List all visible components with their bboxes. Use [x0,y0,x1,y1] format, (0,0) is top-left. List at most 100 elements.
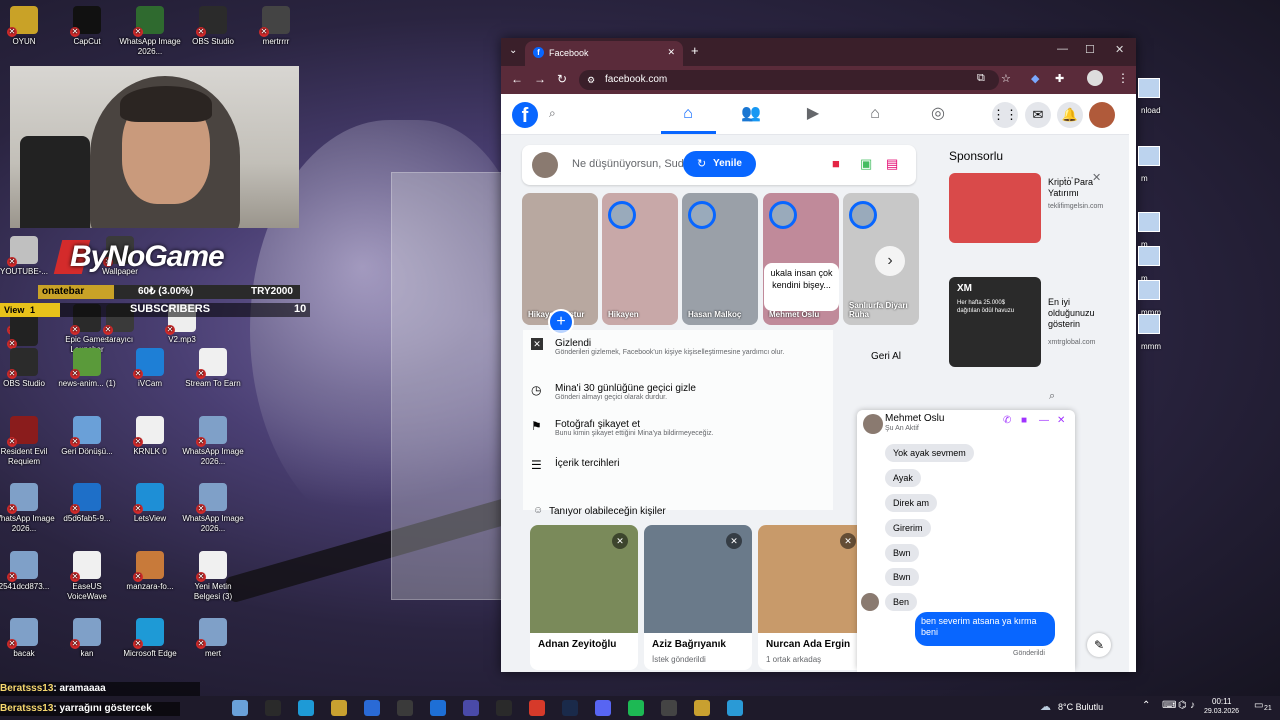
desktop-icon[interactable]: ✕ 2541dcd873... [0,551,56,592]
taskbar-app-icon[interactable] [562,700,578,716]
taskbar-app-icon[interactable] [529,700,545,716]
desktop-file-icon[interactable] [1138,314,1160,334]
marketplace-icon[interactable]: ⌂ [865,104,885,124]
undo-button[interactable]: Geri Al [871,351,901,362]
desktop-icon[interactable]: ✕ Microsoft Edge [118,618,182,659]
taskbar-app-icon[interactable] [496,700,512,716]
taskbar-app-icon[interactable] [661,700,677,716]
post-composer[interactable]: Ne düşünüyorsun, Sud ↻ Yenile ■ ▣ ▤ [522,145,916,185]
menu-grid-icon[interactable]: ⋮⋮ [992,102,1018,128]
desktop-icon[interactable]: ✕ manzara-fo... [118,551,182,592]
language-icon[interactable]: ⌨ [1162,700,1176,711]
photo-icon[interactable]: ▣ [860,156,872,172]
dismiss-person-icon[interactable]: ✕ [612,533,628,549]
extensions-puzzle-icon[interactable]: ✚ [1055,72,1064,85]
dismiss-person-icon[interactable]: ✕ [840,533,856,549]
taskbar-app-icon[interactable] [694,700,710,716]
groups-icon[interactable]: ◎ [928,104,948,124]
maximize-icon[interactable]: ☐ [1085,43,1095,56]
desktop-file-icon[interactable] [1138,212,1160,232]
install-app-icon[interactable]: ⧉ [977,72,985,85]
site-info-icon[interactable]: ⚙ [587,70,595,90]
desktop-icon[interactable]: ✕ YOUTUBE-... [0,236,56,277]
desktop-icon[interactable]: ✕ OBS Studio [0,348,56,389]
desktop-icon[interactable]: ✕WhatsApp Image 2026... [181,483,245,534]
story-card[interactable]: Hasan Malkoç [682,193,758,325]
dismiss-person-icon[interactable]: ✕ [726,533,742,549]
refresh-button[interactable]: ↻ Yenile [683,151,756,177]
desktop-icon[interactable]: ✕WhatsApp Image 2026... [0,483,56,534]
chat-avatar[interactable] [863,414,883,434]
account-avatar[interactable] [1089,102,1115,128]
stories-next-icon[interactable]: › [875,246,905,276]
menu-item-snooze[interactable]: ◷ Mina'i 30 günlüğüne geçici gizle Gönde… [531,383,696,401]
taskbar-app-icon[interactable] [595,700,611,716]
tab-facebook[interactable]: f Facebook ✕ [525,41,683,66]
desktop-icon[interactable]: ✕ EaseUS VoiceWave [55,551,119,602]
desktop-icon[interactable]: ✕ mert [181,618,245,659]
clock-date[interactable]: 29.03.2026 [1204,708,1239,715]
ad-card[interactable]: XM Her hafta 25.000$ dağıtılan ödül havu… [949,277,1119,367]
story-card[interactable]: Hikaye Oluştur [522,193,598,325]
desktop-icon[interactable]: ✕ news-anim... (1) [55,348,119,389]
ad-close-icon[interactable]: ✕ [1092,171,1101,184]
people-search-icon[interactable]: ⌕ [1049,390,1055,403]
taskbar-app-icon[interactable] [463,700,479,716]
ad-more-icon[interactable]: ⋯ [1063,171,1074,184]
notification-icon[interactable]: ▭ [1254,700,1263,711]
bookmark-star-icon[interactable]: ☆ [1001,72,1011,85]
taskbar-app-icon[interactable] [298,700,314,716]
desktop-file-icon[interactable] [1138,146,1160,166]
home-icon[interactable]: ⌂ [678,104,698,124]
desktop-icon[interactable]: ✕ CapCut [55,6,119,47]
desktop-icon[interactable]: ✕ KRNLK 0 [118,416,182,457]
tab-list-chevron-icon[interactable]: ⌄ [509,45,517,56]
menu-item-report[interactable]: ⚑ Fotoğrafı şikayet et Bunu kimin şikaye… [531,419,714,437]
network-icon[interactable]: ⌬ [1178,700,1187,711]
taskbar-app-icon[interactable] [430,700,446,716]
video-call-icon[interactable]: ■ [1021,415,1027,426]
desktop-file-icon[interactable] [1138,78,1160,98]
extension-icon[interactable]: ◆ [1031,72,1039,85]
chat-contact-name[interactable]: Mehmet Oslu [885,413,944,424]
story-card[interactable]: Hikayen [602,193,678,325]
minimize-chat-icon[interactable]: — [1039,415,1049,426]
taskbar-app-icon[interactable] [727,700,743,716]
desktop-icon[interactable]: ✕ mertrrrr [244,6,308,47]
back-icon[interactable]: ← [511,72,523,86]
forward-icon[interactable]: → [534,72,546,86]
desktop-icon[interactable]: ✕WhatsApp Image 2026... [181,416,245,467]
volume-icon[interactable]: ♪ [1190,700,1195,711]
url-field[interactable]: ⚙ facebook.com [579,70,999,90]
video-icon[interactable]: ▶ [803,104,823,124]
messenger-icon[interactable]: ✉ [1025,102,1051,128]
desktop-icon[interactable]: ✕ Stream To Earn [181,348,245,389]
weather-text[interactable]: 8°C Bulutlu [1058,702,1103,712]
taskbar-app-icon[interactable] [364,700,380,716]
facebook-logo-icon[interactable]: f [512,102,538,128]
taskbar-app-icon[interactable] [397,700,413,716]
tab-close-icon[interactable]: ✕ [667,47,675,58]
live-video-icon[interactable]: ■ [832,156,840,171]
menu-item-content-prefs[interactable]: ☰ İçerik tercihleri [531,458,619,472]
window-close-icon[interactable]: ✕ [1115,43,1124,56]
desktop-icon[interactable]: ✕ Yeni Metin Belgesi (3) [181,551,245,602]
desktop-icon[interactable]: ✕ d5d6fab5-9... [55,483,119,524]
tray-chevron-icon[interactable]: ⌃ [1142,700,1150,711]
desktop-icon[interactable]: ✕WhatsApp Image 2026... [118,6,182,57]
close-chat-icon[interactable]: ✕ [1057,415,1065,426]
reload-icon[interactable]: ↻ [557,72,567,86]
desktop-icon[interactable]: ✕ OYUN [0,6,56,47]
taskbar-app-icon[interactable] [331,700,347,716]
menu-item-hidden[interactable]: ✕ Gizlendi Gönderileri gizlemek, Faceboo… [531,338,784,356]
desktop-icon[interactable]: ✕ Resident Evil Requiem [0,416,56,467]
clock-time[interactable]: 00:11 [1212,697,1231,706]
composer-placeholder[interactable]: Ne düşünüyorsun, Sud [572,158,684,170]
desktop-icon[interactable]: ✕ Geri Dönüşü... [55,416,119,457]
taskbar-app-icon[interactable] [628,700,644,716]
desktop-icon[interactable]: ✕ LetsView [118,483,182,524]
desktop-file-icon[interactable] [1138,280,1160,300]
desktop-file-icon[interactable] [1138,246,1160,266]
new-tab-icon[interactable]: + [691,43,699,58]
desktop-icon[interactable]: ✕ kan [55,618,119,659]
